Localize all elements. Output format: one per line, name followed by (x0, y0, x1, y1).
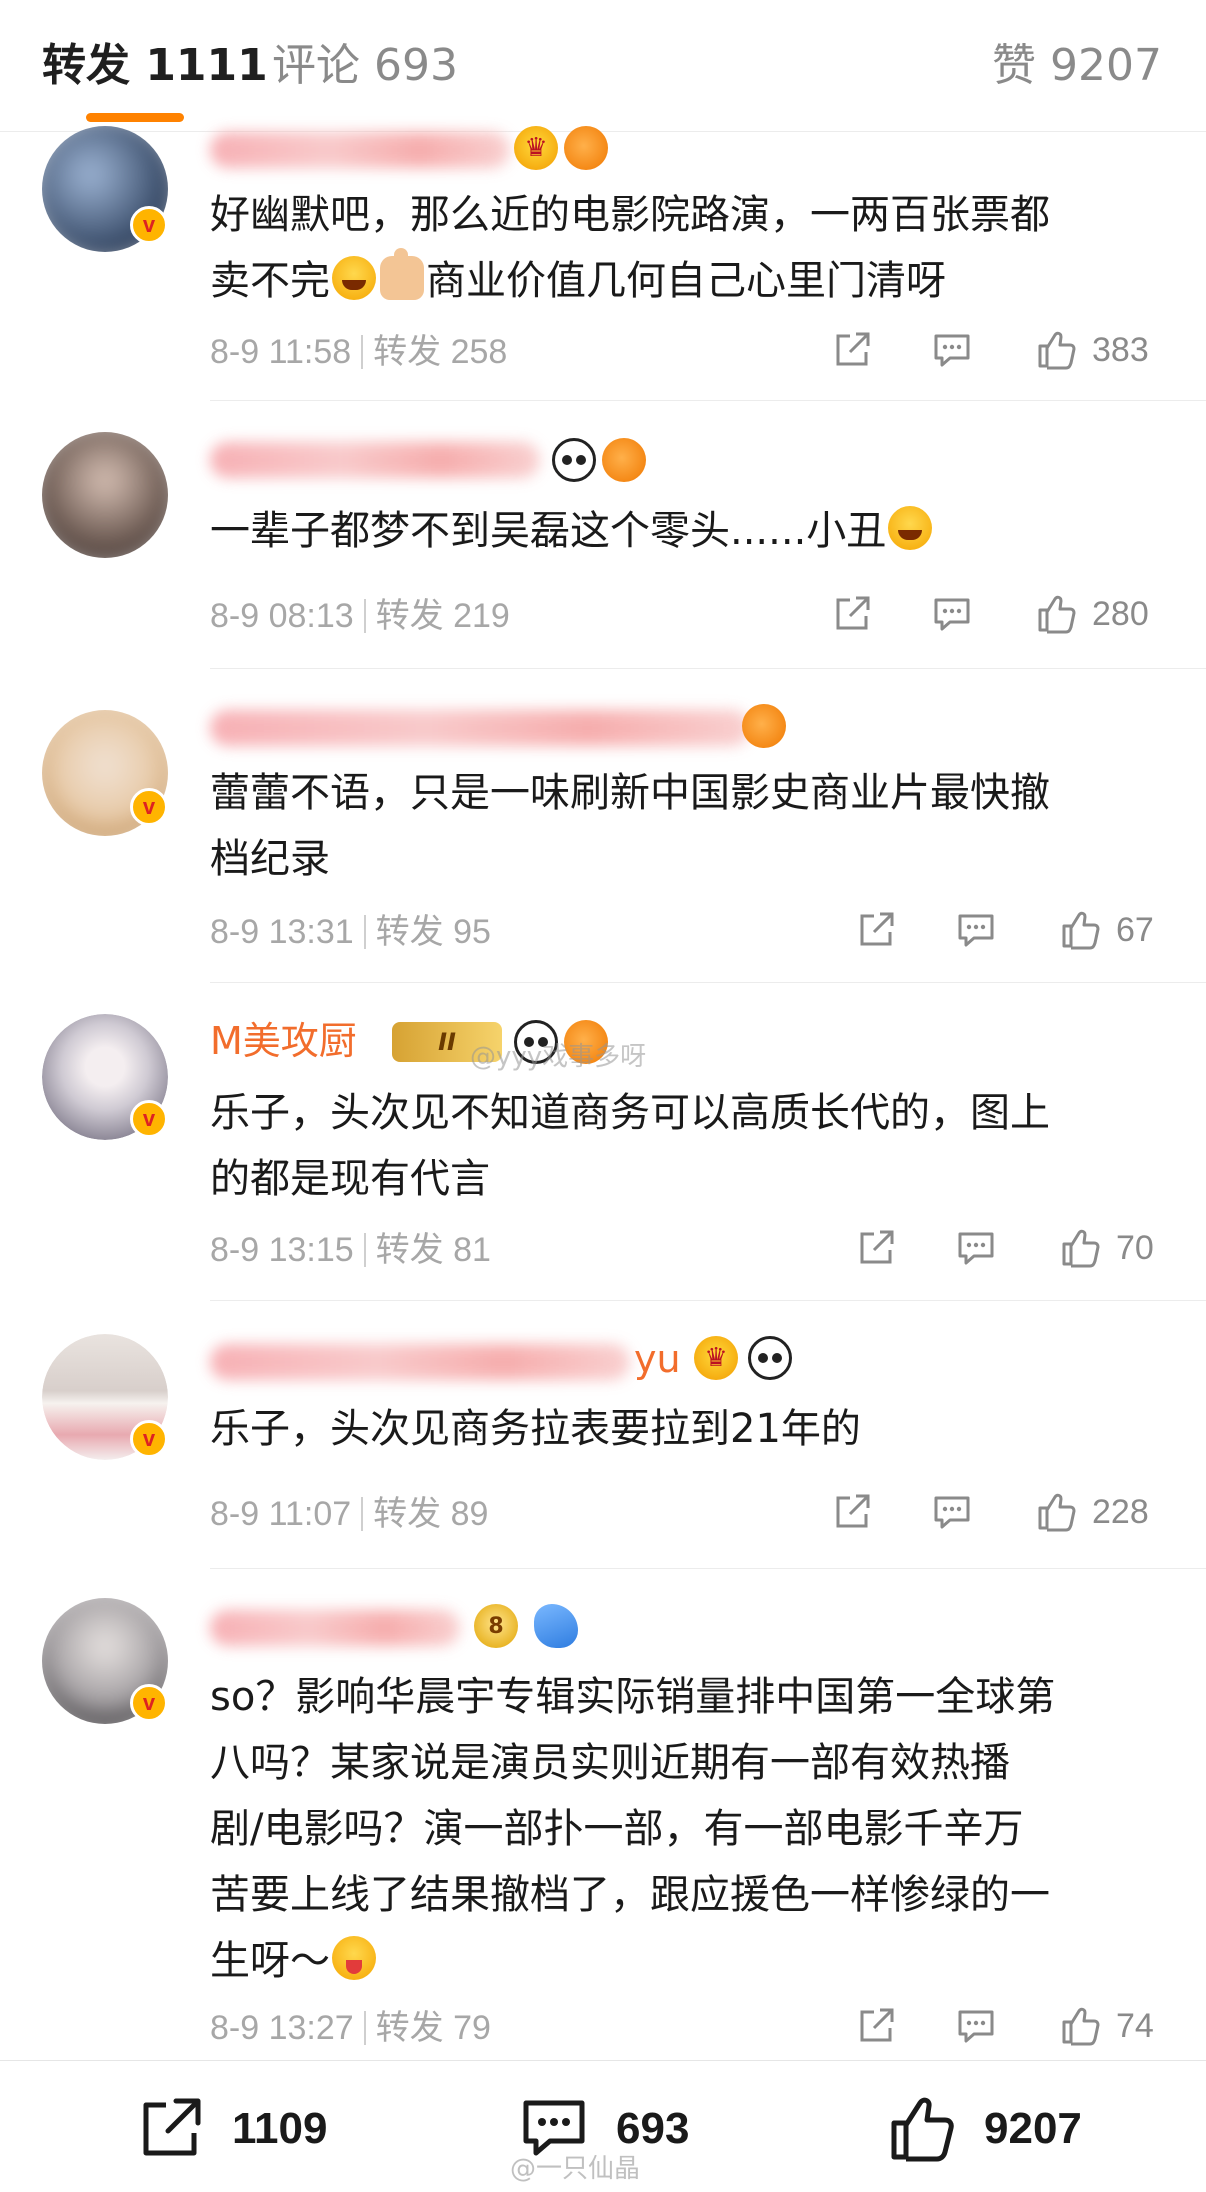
share-icon[interactable] (830, 1490, 874, 1534)
username-suffix: yu (634, 1337, 681, 1381)
vip-level-label: II (438, 1028, 456, 1056)
comment-item: v yu ♛ 乐子，头次见商务拉表要拉到21年的 8-9 11:07 转发 89 … (0, 1330, 1206, 1590)
divider (210, 668, 1206, 669)
comment-item: 一辈子都梦不到吴磊这个零头......小丑 8-9 08:13 转发 219 28… (0, 432, 1206, 682)
tab-bar: 转发 1111 评论 693 赞 9207 (0, 0, 1206, 132)
divider (210, 400, 1206, 401)
like-button[interactable]: 383 (1034, 328, 1149, 372)
share-icon[interactable] (854, 2004, 898, 2048)
laugh-cry-emoji-icon (332, 256, 376, 300)
share-icon (143, 2098, 201, 2156)
comment-item: v 8 so？影响华晨宇专辑实际销量排中国第一全球第 八吗？某家说是演员实则近期… (0, 1594, 1206, 2054)
watermark-bottom: @一只仙晶 (510, 2154, 641, 2184)
verified-badge-icon: v (130, 788, 168, 826)
thumbs-up-emoji-icon (380, 248, 424, 300)
comment-text: 好幽默吧，那么近的电影院路演，一两百张票都 卖不完 商业价值几何自己心里门清呀 (210, 192, 1050, 304)
like-count: 9207 (984, 2104, 1082, 2153)
panda-badge-icon (748, 1336, 792, 1380)
comment-text: 一辈子都梦不到吴磊这个零头......小丑 (210, 498, 1160, 564)
like-count: 70 (1116, 1229, 1154, 1267)
crown-badge-icon: ♛ (694, 1336, 738, 1380)
username-blurred[interactable] (210, 1344, 630, 1380)
thumbs-up-icon (1038, 331, 1076, 370)
like-count: 383 (1092, 331, 1149, 369)
verified-badge-icon: v (130, 1420, 168, 1458)
thumbs-up-icon (1062, 2007, 1100, 2046)
verified-badge-icon: v (130, 1100, 168, 1138)
tab-like[interactable]: 赞 9207 (992, 38, 1162, 94)
thumbs-up-icon (1062, 911, 1100, 950)
thumbs-up-icon (1038, 1493, 1076, 1532)
avatar[interactable] (42, 432, 168, 558)
comment-item: v 蕾蕾不语，只是一味刷新中国影史商业片最快撤 档纪录 8-9 13:31 转发 … (0, 696, 1206, 996)
like-count: 228 (1092, 1493, 1149, 1531)
tongue-emoji-icon (332, 1936, 376, 1980)
username-blurred[interactable] (210, 710, 750, 746)
repost-button[interactable]: 1109 (132, 2091, 327, 2167)
divider (210, 982, 1206, 983)
fish-badge-icon (742, 704, 786, 748)
thumbs-up-icon (1038, 595, 1076, 634)
comment-meta: 8-9 11:58 转发 258 (210, 333, 508, 371)
comment-meta: 8-9 13:15 转发 81 (210, 1231, 491, 1269)
like-count: 74 (1116, 2007, 1154, 2045)
username-blurred[interactable] (210, 132, 510, 168)
comment-text: 乐子，头次见不知道商务可以高质长代的，图上 的都是现有代言 (210, 1090, 1050, 1202)
like-button[interactable]: 70 (1058, 1226, 1154, 1270)
crown-badge-icon: ♛ (514, 126, 558, 170)
watermark: @yyy戏事多呀 (470, 1042, 647, 1072)
comment-count: 693 (616, 2104, 690, 2153)
thumbs-up-icon (1062, 1229, 1100, 1268)
tab-repost[interactable]: 转发 1111 (42, 38, 268, 94)
thumbs-up-icon (891, 2097, 954, 2162)
username[interactable]: M美攻厨 (210, 1018, 357, 1064)
comment-item: v ♛ 好幽默吧，那么近的电影院路演，一两百张票都 卖不完 商业价值几何自己心里门… (0, 126, 1206, 402)
comment-text: 乐子，头次见商务拉表要拉到21年的 (210, 1406, 861, 1452)
verified-badge-icon: v (130, 1684, 168, 1722)
like-count: 280 (1092, 595, 1149, 633)
divider (210, 1568, 1206, 1569)
shark-badge-icon (534, 1604, 578, 1648)
comment-text: so？影响华晨宇专辑实际销量排中国第一全球第 八吗？某家说是演员实则近期有一部有… (210, 1674, 1056, 1984)
comment-meta: 8-9 13:27 转发 79 (210, 2009, 491, 2047)
divider (210, 1300, 1206, 1301)
comment-meta: 8-9 08:13 转发 219 (210, 597, 510, 635)
like-count: 67 (1116, 911, 1154, 949)
share-icon[interactable] (854, 1226, 898, 1270)
like-button[interactable]: 74 (1058, 2004, 1154, 2048)
tab-comment[interactable]: 评论 693 (272, 38, 458, 94)
like-button[interactable]: 280 (1034, 592, 1149, 636)
comment-meta: 8-9 13:31 转发 95 (210, 913, 491, 951)
fish-badge-icon (602, 438, 646, 482)
comment-icon[interactable] (930, 592, 974, 636)
username-blurred[interactable] (210, 1610, 460, 1646)
laugh-cry-emoji-icon (888, 506, 933, 550)
like-button[interactable]: 228 (1034, 1490, 1149, 1534)
fish-badge-icon (564, 126, 608, 170)
comment-icon[interactable] (930, 328, 974, 372)
comment-icon[interactable] (930, 1490, 974, 1534)
comment-icon[interactable] (954, 1226, 998, 1270)
active-tab-indicator (86, 113, 184, 122)
comment-icon[interactable] (954, 2004, 998, 2048)
share-icon[interactable] (854, 908, 898, 952)
username-blurred[interactable] (210, 442, 540, 478)
comment-icon[interactable] (954, 908, 998, 952)
repost-count: 1109 (232, 2104, 328, 2153)
like-button[interactable]: 9207 (884, 2091, 1082, 2167)
comment-text: 蕾蕾不语，只是一味刷新中国影史商业片最快撤 档纪录 (210, 770, 1050, 882)
share-icon[interactable] (830, 328, 874, 372)
comment-meta: 8-9 11:07 转发 89 (210, 1495, 489, 1533)
like-button[interactable]: 67 (1058, 908, 1154, 952)
star-badge-icon: 8 (474, 1604, 518, 1648)
verified-badge-icon: v (130, 206, 168, 244)
panda-badge-icon (552, 438, 596, 482)
share-icon[interactable] (830, 592, 874, 636)
